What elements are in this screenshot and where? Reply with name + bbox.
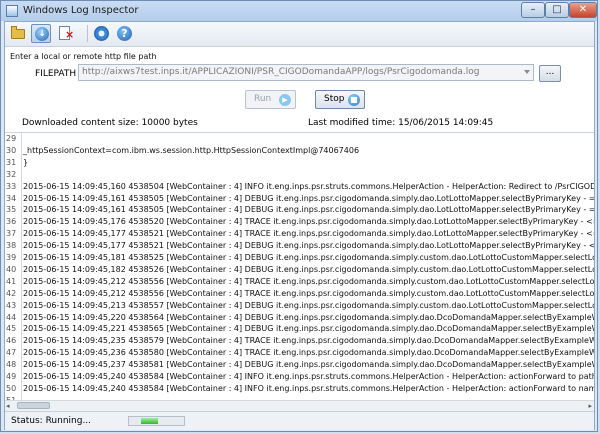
log-line: 2015-06-15 14:09:45,160 4538504 [WebCont… [23,181,594,191]
line-number: 40 [6,264,17,274]
log-line: 2015-06-15 14:09:45,161 4538505 [WebCont… [23,205,594,215]
download-icon: ↓ [35,27,49,41]
run-button[interactable]: Run ▶ [245,90,296,109]
line-number: 42 [6,288,17,298]
line-number: 49 [6,372,17,381]
browse-button[interactable]: ... [539,65,561,82]
log-line: 2015-06-15 14:09:45,220 4538564 [WebCont… [23,312,594,322]
scroll-left-icon[interactable]: ◂ [6,402,10,410]
close-button[interactable]: ✕ [569,2,597,18]
line-number: 47 [6,348,17,358]
stop-label: Stop [324,94,345,104]
log-line: 2015-06-15 14:09:45,176 4538520 [WebCont… [23,217,594,227]
filepath-combobox[interactable]: http://aixws7test.inps.it/APPLICAZIONI/P… [78,64,534,81]
log-viewer[interactable]: 29 30 31 32 33 34 35 36 37 38 39 40 41 42 43 44 45 46 47 48… [5,132,594,401]
download-button[interactable]: ↓ [31,24,51,43]
line-number: 30 [6,145,17,155]
line-number: 39 [6,253,17,262]
log-line: 2015-06-15 14:09:45,235 4538579 [WebCont… [23,336,594,346]
line-number: 50 [6,383,17,393]
line-number: 46 [6,336,17,346]
progress-bar [128,416,185,426]
line-number: 44 [6,312,17,322]
line-number: 41 [6,276,17,286]
line-number: 37 [6,229,17,239]
status-text: Status: Running... [11,416,92,426]
line-number: 43 [6,300,17,310]
log-line: 2015-06-15 14:09:45,212 4538556 [WebCont… [23,276,594,286]
line-number: 45 [6,324,17,334]
delete-x-icon: × [65,28,75,41]
filepath-value: http://aixws7test.inps.it/APPLICAZIONI/P… [82,67,480,77]
log-line: } [23,157,29,167]
maximize-button[interactable]: □ [545,2,569,18]
downloaded-size: Downloaded content size: 10000 bytes [22,118,198,128]
line-number: 32 [6,169,17,179]
log-line: 2015-06-15 14:09:45,236 4538580 [WebCont… [23,348,594,358]
window-title: Windows Log Inspector [23,5,139,16]
play-icon: ▶ [279,94,291,106]
line-number: 35 [6,205,17,215]
run-label: Run [254,94,272,104]
title-bar[interactable]: Windows Log Inspector – □ ✕ [1,1,597,21]
toolbar: ↓ × ? [5,22,594,47]
client-area: ↓ × ? Enter a local or remote http file … [4,21,595,430]
line-number: 34 [6,193,17,203]
settings-icon [94,26,109,41]
line-number: 33 [6,181,17,191]
help-button[interactable]: ? [115,24,135,43]
log-line: 2015-06-15 14:09:45,240 4538584 [WebCont… [23,372,594,381]
open-folder-icon [11,26,25,39]
filepath-label: FILEPATH [35,69,77,79]
minimize-button[interactable]: – [521,2,545,18]
path-hint: Enter a local or remote http file path [10,52,157,61]
help-icon: ? [117,26,132,41]
app-window: Windows Log Inspector – □ ✕ ↓ × ? Enter … [0,0,598,432]
status-bar: Status: Running... [5,411,594,430]
stop-icon [348,94,360,106]
line-number-gutter: 29 30 31 32 33 34 35 36 37 38 39 40 41 42 43 44 45 46 47 48… [5,133,22,401]
log-line: 2015-06-15 14:09:45,177 4538521 [WebCont… [23,229,594,239]
line-number: 36 [6,217,17,227]
clear-button[interactable]: × [56,24,76,43]
log-line: 2015-06-15 14:09:45,221 4538565 [WebCont… [23,324,594,334]
app-icon [6,5,18,17]
log-line: 2015-06-15 14:09:45,181 4538525 [WebCont… [23,253,594,262]
toolbar-separator [87,25,88,42]
progress-fill [141,418,159,424]
log-line: 2015-06-15 14:09:45,213 4538557 [WebCont… [23,300,594,310]
line-number: 29 [6,134,17,143]
log-line: _httpSessionContext=com.ibm.ws.session.h… [23,145,360,155]
settings-button[interactable] [92,24,112,43]
log-line: 2015-06-15 14:09:45,161 4538505 [WebCont… [23,193,594,203]
scroll-right-icon[interactable]: ▸ [588,402,592,410]
line-number: 31 [6,157,17,167]
log-line: 2015-06-15 14:09:45,177 4538521 [WebCont… [23,241,594,251]
chevron-down-icon[interactable] [524,70,530,74]
log-line: 2015-06-15 14:09:45,237 4538581 [WebCont… [23,360,594,370]
log-line: 2015-06-15 14:09:45,240 4538584 [WebCont… [23,383,594,393]
log-line: 2015-06-15 14:09:45,212 4538556 [WebCont… [23,288,594,298]
last-modified-time: Last modified time: 15/06/2015 14:09:45 [308,118,494,128]
stop-button[interactable]: Stop [315,90,365,109]
horizontal-scrollbar[interactable]: ◂ ▸ [5,400,594,411]
open-file-button[interactable] [8,24,28,43]
log-line: 2015-06-15 14:09:45,182 4538526 [WebCont… [23,264,594,274]
line-number: 38 [6,241,17,251]
line-number: 48 [6,360,17,370]
scroll-thumb[interactable] [17,402,50,409]
